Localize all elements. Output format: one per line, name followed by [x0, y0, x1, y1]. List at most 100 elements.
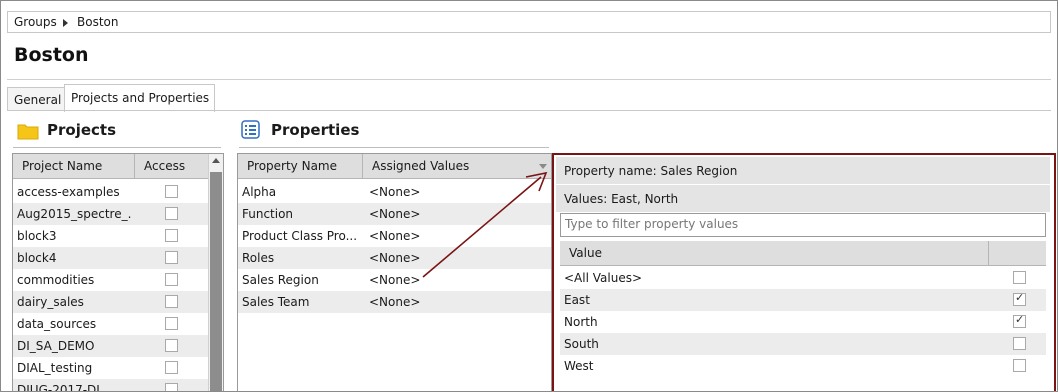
value-checkbox[interactable]	[1013, 271, 1026, 284]
properties-divider	[239, 147, 549, 148]
table-row[interactable]: commodities	[13, 269, 209, 291]
access-checkbox[interactable]	[165, 251, 178, 264]
properties-list-icon	[241, 120, 260, 139]
scroll-up-arrow-icon[interactable]	[212, 158, 220, 163]
access-checkbox[interactable]	[165, 273, 178, 286]
table-row[interactable]: dairy_sales	[13, 291, 209, 313]
property-values-callout: Property name: Sales Region Values: East…	[552, 153, 1056, 391]
table-row[interactable]: data_sources	[13, 313, 209, 335]
projects-divider	[13, 147, 221, 148]
project-name: block4	[17, 251, 57, 265]
access-checkbox[interactable]	[165, 339, 178, 352]
table-row[interactable]: Sales Region <None>	[238, 269, 551, 291]
table-row[interactable]: DIUG-2017-DI	[13, 379, 209, 392]
table-row[interactable]: Product Class Pro... <None>	[238, 225, 551, 247]
column-assigned-values[interactable]: Assigned Values	[363, 154, 551, 178]
table-row[interactable]: block3	[13, 225, 209, 247]
breadcrumb-chevron-icon	[63, 19, 68, 27]
table-row[interactable]: Sales Team <None>	[238, 291, 551, 313]
assigned-values: <None>	[369, 251, 421, 265]
value-label: North	[564, 315, 598, 329]
projects-table-header: Project Name Access	[13, 154, 209, 179]
property-name-band: Property name: Sales Region	[556, 157, 1050, 184]
value-checkbox[interactable]	[1013, 291, 1026, 306]
group-editor-window: Groups Boston Boston General Projects an…	[0, 0, 1058, 392]
values-table-header: Value	[560, 241, 1046, 266]
access-checkbox[interactable]	[165, 295, 178, 308]
assigned-values: <None>	[369, 185, 421, 199]
project-name: DIUG-2017-DI	[17, 383, 100, 392]
breadcrumb-groups-link[interactable]: Groups	[14, 15, 57, 29]
property-name: Product Class Pro...	[242, 229, 358, 243]
property-name: Function	[242, 207, 294, 221]
list-item[interactable]: South	[560, 333, 1046, 355]
access-checkbox[interactable]	[165, 185, 178, 198]
scrollbar-thumb[interactable]	[210, 172, 222, 391]
project-name: DIAL_testing	[17, 361, 93, 375]
values-text: Values: East, North	[564, 192, 679, 206]
page-title: Boston	[14, 44, 89, 66]
tab-projects-label: Projects and Properties	[71, 91, 210, 105]
breadcrumb: Groups Boston	[7, 11, 1051, 33]
property-name: Sales Team	[242, 295, 310, 309]
tab-general[interactable]: General	[7, 87, 66, 111]
table-row[interactable]: DI_SA_DEMO	[13, 335, 209, 357]
project-name: Aug2015_spectre_...	[17, 207, 131, 221]
table-row[interactable]: DIAL_testing	[13, 357, 209, 379]
access-checkbox[interactable]	[165, 229, 178, 242]
access-checkbox[interactable]	[165, 207, 178, 220]
column-access[interactable]: Access	[135, 154, 208, 178]
project-name: commodities	[17, 273, 95, 287]
assigned-values: <None>	[369, 295, 421, 309]
table-row[interactable]: Aug2015_spectre_...	[13, 203, 209, 225]
project-name: dairy_sales	[17, 295, 84, 309]
tab-projects-and-properties[interactable]: Projects and Properties	[64, 84, 215, 112]
access-checkbox[interactable]	[165, 361, 178, 374]
property-name-text: Property name: Sales Region	[564, 164, 738, 178]
table-row[interactable]: Function <None>	[238, 203, 551, 225]
property-name: Alpha	[242, 185, 277, 199]
filter-values-input[interactable]	[561, 214, 1045, 234]
projects-scrollbar[interactable]	[208, 154, 223, 391]
column-selected[interactable]	[989, 241, 1046, 265]
properties-table: Property Name Assigned Values Alpha <None…	[237, 153, 552, 391]
assigned-values: <None>	[369, 207, 421, 221]
assigned-values: <None>	[369, 273, 421, 287]
access-checkbox[interactable]	[165, 317, 178, 330]
project-name: access-examples	[17, 185, 120, 199]
tab-general-label: General	[14, 93, 62, 107]
column-property-name[interactable]: Property Name	[238, 154, 363, 178]
projects-table: Project Name Access access-examples Aug2…	[12, 153, 224, 392]
project-name: DI_SA_DEMO	[17, 339, 95, 353]
title-divider	[7, 79, 1051, 80]
table-row[interactable]: Roles <None>	[238, 247, 551, 269]
value-checkbox[interactable]	[1013, 313, 1026, 328]
properties-table-header: Property Name Assigned Values	[238, 154, 551, 179]
properties-heading-label: Properties	[271, 121, 360, 139]
table-row[interactable]: block4	[13, 247, 209, 269]
tab-divider	[7, 110, 1051, 111]
project-name: data_sources	[17, 317, 97, 331]
list-item[interactable]: West	[560, 355, 1046, 377]
value-checkbox[interactable]	[1013, 359, 1026, 372]
value-label: East	[564, 293, 590, 307]
list-item[interactable]: North	[560, 311, 1046, 333]
property-name: Roles	[242, 251, 275, 265]
value-checkbox[interactable]	[1013, 337, 1026, 350]
value-label: West	[564, 359, 594, 373]
list-item[interactable]: East	[560, 289, 1046, 311]
value-label: South	[564, 337, 599, 351]
value-label: <All Values>	[564, 271, 643, 285]
table-row[interactable]: access-examples	[13, 181, 209, 203]
table-row[interactable]: Alpha <None>	[238, 181, 551, 203]
column-value[interactable]: Value	[560, 241, 989, 265]
column-project-name[interactable]: Project Name	[13, 154, 135, 178]
property-name: Sales Region	[242, 273, 319, 287]
filter-box	[560, 213, 1046, 237]
values-band: Values: East, North	[556, 185, 1050, 212]
access-checkbox[interactable]	[165, 383, 178, 391]
breadcrumb-current: Boston	[77, 15, 119, 29]
properties-heading: Properties	[241, 119, 501, 143]
list-item[interactable]: <All Values>	[560, 267, 1046, 289]
folder-icon	[17, 124, 39, 140]
